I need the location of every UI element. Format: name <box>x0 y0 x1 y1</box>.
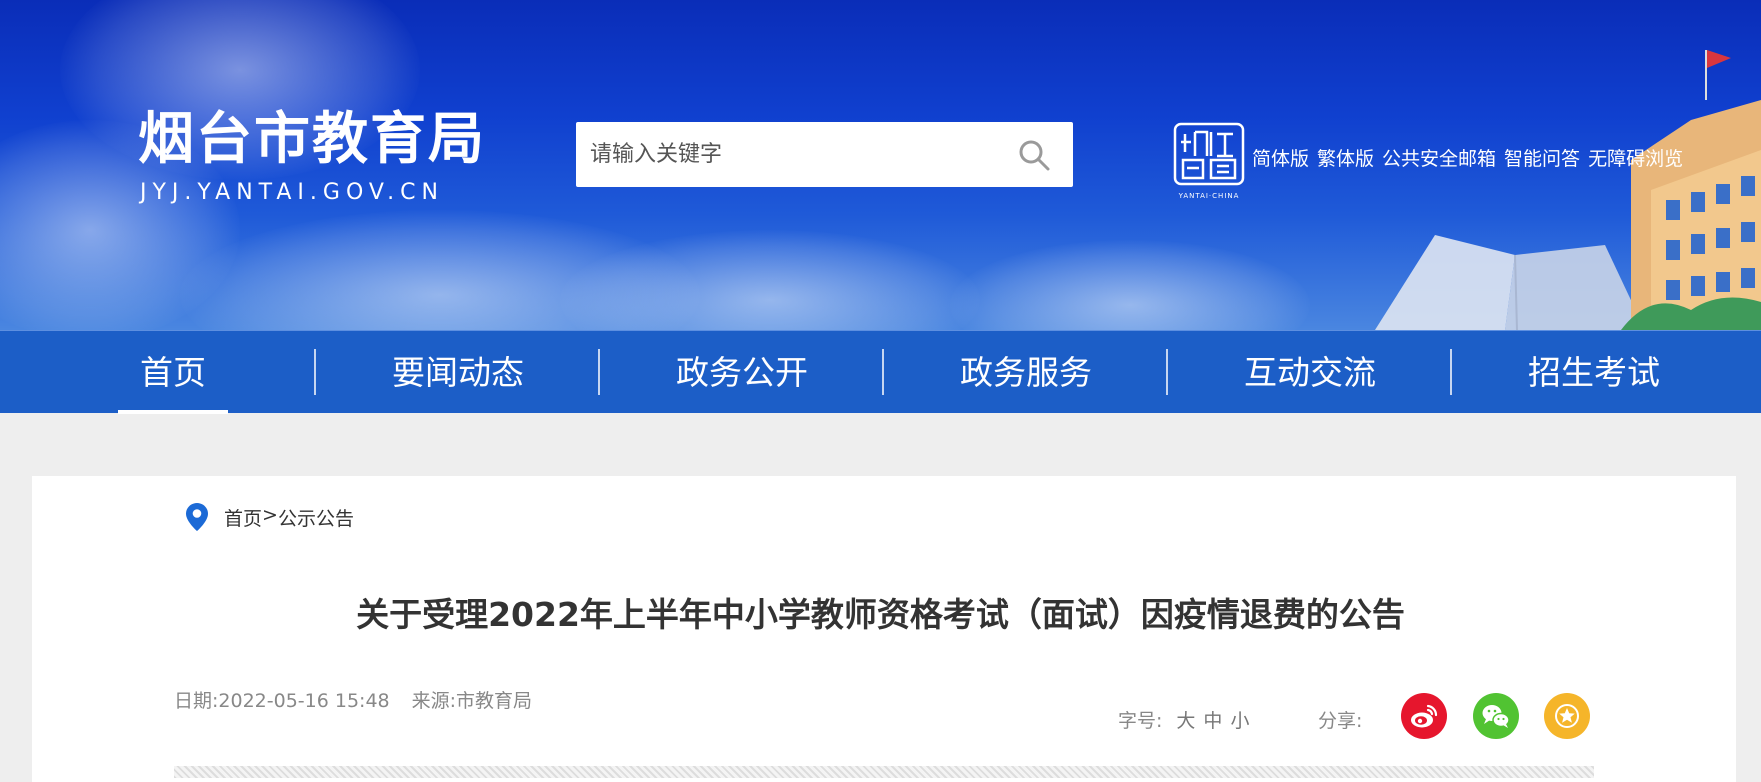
breadcrumb-current[interactable]: 公示公告 <box>278 504 354 531</box>
wechat-icon <box>1482 705 1510 728</box>
nav-separator <box>598 349 600 395</box>
top-link-smart-qa[interactable]: 智能问答 <box>1504 144 1580 171</box>
star-icon <box>1555 704 1579 728</box>
breadcrumb-separator: > <box>262 504 278 526</box>
font-size-label: 字号: <box>1118 710 1163 732</box>
top-link-safety-mailbox[interactable]: 公共安全邮箱 <box>1382 144 1496 171</box>
main-nav: 首页 要闻动态 政务公开 政务服务 互动交流 招生考试 <box>0 330 1761 414</box>
yantai-logo-caption: YANTAI·CHINA <box>1178 192 1240 200</box>
nav-item-admissions[interactable]: 招生考试 <box>1496 331 1692 414</box>
nav-item-news[interactable]: 要闻动态 <box>360 331 556 414</box>
nav-separator <box>1166 349 1168 395</box>
search-box <box>576 122 1073 187</box>
article-source: 来源:市教育局 <box>411 690 533 712</box>
font-size-large[interactable]: 大 <box>1176 706 1195 733</box>
location-pin-icon <box>186 503 208 531</box>
top-link-accessibility[interactable]: 无障碍浏览 <box>1588 144 1683 171</box>
weibo-icon <box>1411 704 1438 728</box>
site-header: 烟台市教育局 JYJ.YANTAI.GOV.CN YANTAI·CHINA 简体… <box>0 0 1761 330</box>
search-input[interactable] <box>590 122 990 187</box>
top-link-traditional[interactable]: 繁体版 <box>1317 144 1374 171</box>
nav-item-interaction[interactable]: 互动交流 <box>1212 331 1408 414</box>
article-title: 关于受理2022年上半年中小学教师资格考试（面试）因疫情退费的公告 <box>356 595 1405 634</box>
breadcrumb-home[interactable]: 首页 <box>224 504 262 531</box>
header-cloud <box>950 240 1310 330</box>
site-logo-title[interactable]: 烟台市教育局 <box>138 112 486 168</box>
share-label: 分享: <box>1318 710 1363 732</box>
top-link-simplified[interactable]: 简体版 <box>1252 144 1309 171</box>
nav-item-home[interactable]: 首页 <box>118 331 228 414</box>
nav-item-gov-services[interactable]: 政务服务 <box>928 331 1124 414</box>
building-illustration <box>1621 50 1761 330</box>
font-size-control: 字号: 大 中 小 <box>1118 706 1249 733</box>
nav-item-gov-affairs[interactable]: 政务公开 <box>644 331 840 414</box>
nav-separator <box>882 349 884 395</box>
share-wechat-button[interactable] <box>1473 693 1519 739</box>
search-icon[interactable] <box>1017 138 1051 172</box>
top-links: 简体版 繁体版 公共安全邮箱 智能问答 无障碍浏览 <box>1252 144 1683 171</box>
breadcrumb: 首页 > 公示公告 <box>224 504 354 531</box>
article-date: 日期:2022-05-16 15:48 <box>174 690 390 712</box>
site-logo-url: JYJ.YANTAI.GOV.CN <box>140 180 444 205</box>
share-weibo-button[interactable] <box>1401 693 1447 739</box>
article-divider <box>174 766 1594 778</box>
yantai-china-logo: YANTAI·CHINA <box>1173 122 1245 200</box>
font-size-small[interactable]: 小 <box>1230 706 1249 733</box>
nav-separator <box>1450 349 1452 395</box>
nav-separator <box>314 349 316 395</box>
font-size-medium[interactable]: 中 <box>1203 706 1222 733</box>
article-meta: 日期:2022-05-16 15:48 来源:市教育局 <box>174 686 532 713</box>
share-favorite-button[interactable] <box>1544 693 1590 739</box>
yantai-seal-icon <box>1173 122 1245 186</box>
